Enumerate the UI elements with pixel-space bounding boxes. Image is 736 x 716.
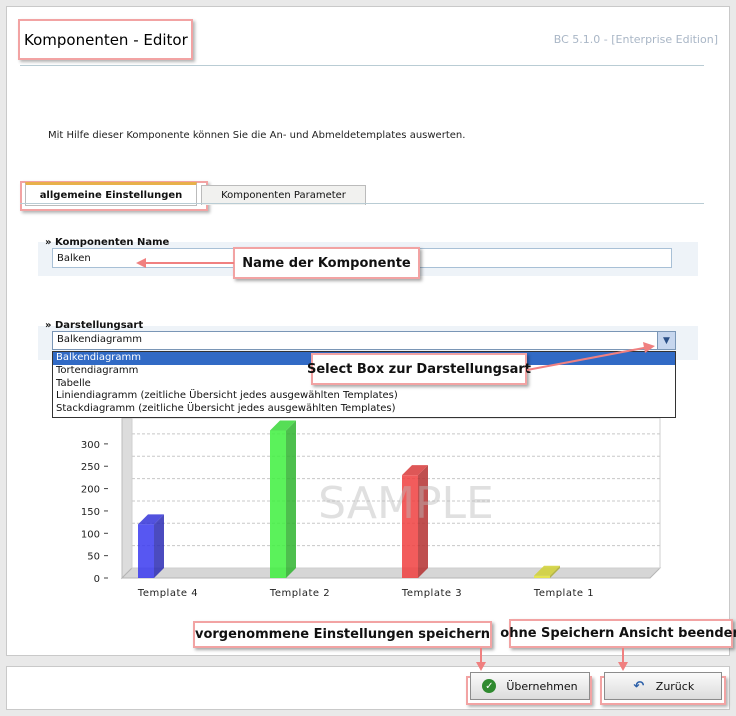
chart-floor [120,567,662,579]
save-button[interactable]: ✓ Übernehmen [470,672,590,700]
callout-back: ohne Speichern Ansicht beenden [500,619,736,648]
y-tick-label: 100 [81,529,100,540]
name-section-title: » Komponenten Name [45,237,170,248]
chart-watermark: SAMPLE [318,478,494,529]
y-tick-label: 150 [81,507,100,518]
y-tick-label: 50 [87,552,100,563]
y-tick-label: 300 [81,440,100,451]
save-button-label: Übernehmen [506,679,578,693]
back-button[interactable]: ↶ Zurück [604,672,722,700]
display-type-selected: Balkendiagramm [57,334,143,345]
bar-chart: 0 50 100 150 200 250 300 Template 4 Template 2 Te… [81,418,662,599]
chart-side-wall [121,418,133,580]
tab-divider [20,203,704,204]
display-section-title: » Darstellungsart [45,320,144,331]
y-tick-label: 0 [94,574,100,585]
y-tick-label: 250 [81,462,100,473]
x-tick-label: Template 3 [401,588,462,599]
callout-save: vorgenommene Einstellungen speichern [193,621,492,648]
intro-text: Mit Hilfe dieser Komponente können Sie d… [48,130,466,141]
option-line-chart[interactable]: Liniendiagramm (zeitliche Übersicht jede… [53,390,675,403]
bar-front [138,524,154,578]
y-tick-label: 200 [81,485,100,496]
check-icon: ✓ [482,679,497,693]
bar-side [154,514,164,578]
chevron-down-icon[interactable]: ▼ [657,332,675,349]
arrow-to-save-button [476,648,486,671]
option-stack-chart[interactable]: Stackdiagramm (zeitliche Übersicht jedes… [53,403,675,416]
x-tick-label: Template 1 [533,588,594,599]
undo-arrow-icon: ↶ [633,678,645,694]
bar-front [270,430,286,578]
tab-component-parameters[interactable]: Komponenten Parameter [201,185,366,205]
callout-component-name: Name der Komponente [233,247,420,279]
version-label: BC 5.1.0 - [Enterprise Edition] [553,33,718,46]
bar-side [286,420,296,578]
arrow-to-name-field [136,258,234,268]
callout-select-box: Select Box zur Darstellungsart [307,353,531,385]
x-tick-label: Template 2 [269,588,330,599]
bar-front [534,575,550,578]
back-button-label: Zurück [655,679,695,693]
page-title: Komponenten - Editor [24,31,188,49]
title-divider [20,65,704,66]
arrow-to-select-box [526,342,655,371]
x-tick-label: Template 4 [137,588,198,599]
arrow-to-back-button [618,648,628,671]
